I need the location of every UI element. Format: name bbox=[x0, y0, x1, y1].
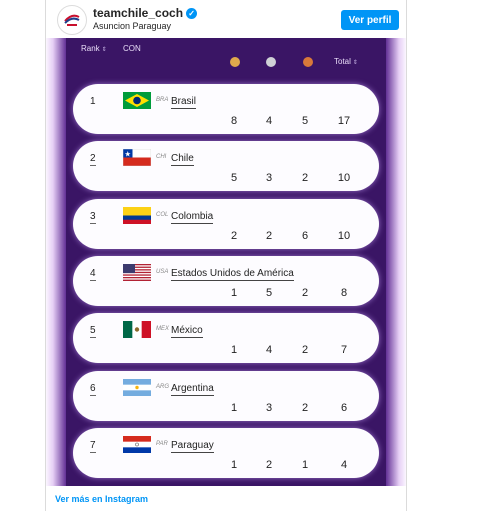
rank-cell: 1 bbox=[90, 96, 96, 107]
silver-count: 3 bbox=[265, 401, 273, 414]
total-count: 4 bbox=[340, 458, 348, 471]
brazil-flag-icon bbox=[123, 92, 151, 109]
silver-count: 3 bbox=[265, 172, 273, 185]
silver-count: 2 bbox=[265, 229, 273, 242]
bronze-medal-icon bbox=[303, 57, 313, 67]
argentina-flag-icon bbox=[123, 378, 151, 396]
table-row: 5 MEX México 1 4 2 7 bbox=[73, 313, 379, 364]
country-name-link[interactable]: Paraguay bbox=[171, 440, 214, 453]
medal-table: Rank ⇕ CON Total ⇕ 1 BRA Brasil 8 4 5 17 2 CHI Chil… bbox=[66, 38, 386, 486]
left-glow-border bbox=[46, 38, 66, 486]
post-image: Rank ⇕ CON Total ⇕ 1 BRA Brasil 8 4 5 17 2 CHI Chil… bbox=[46, 38, 406, 486]
rank-cell: 5 bbox=[90, 325, 96, 339]
country-code: BRA bbox=[156, 97, 169, 103]
country-name-link[interactable]: Argentina bbox=[171, 383, 214, 396]
country-name-link[interactable]: Brasil bbox=[171, 96, 197, 109]
table-row: 7 PAR Paraguay 1 2 1 4 bbox=[73, 427, 379, 478]
bronze-count: 2 bbox=[301, 344, 309, 357]
chile-flag-icon bbox=[123, 149, 151, 167]
silver-medal-icon bbox=[266, 57, 276, 67]
rank-cell: 4 bbox=[90, 267, 96, 281]
country-name-link[interactable]: Colombia bbox=[171, 211, 214, 224]
silver-count: 2 bbox=[265, 458, 273, 471]
country-code: PAR bbox=[156, 440, 168, 447]
silver-count: 4 bbox=[265, 115, 273, 127]
con-column-header: CON bbox=[123, 44, 141, 53]
table-row: 2 CHI Chile 5 3 2 10 bbox=[73, 141, 379, 192]
post-header: teamchile_coch ✓ Asuncion Paraguay Ver pe… bbox=[46, 0, 406, 38]
rank-cell: 3 bbox=[90, 210, 96, 224]
country-name-link[interactable]: Chile bbox=[171, 153, 194, 167]
country-name-link[interactable]: México bbox=[171, 325, 203, 339]
gold-count: 1 bbox=[230, 286, 238, 299]
total-column-header: Total ⇕ bbox=[334, 57, 358, 66]
total-count: 10 bbox=[337, 229, 351, 242]
rank-cell: 2 bbox=[90, 153, 96, 167]
instagram-embed-card: teamchile_coch ✓ Asuncion Paraguay Ver pe… bbox=[45, 0, 407, 511]
gold-count: 1 bbox=[230, 344, 238, 357]
total-count: 8 bbox=[340, 286, 348, 299]
bronze-count: 2 bbox=[301, 286, 309, 299]
table-row: 4 USA Estados Unidos de América 1 5 2 8 bbox=[73, 255, 379, 306]
country-name-link[interactable]: Estados Unidos de América bbox=[171, 268, 294, 281]
gold-count: 8 bbox=[230, 115, 238, 127]
view-profile-button[interactable]: Ver perfil bbox=[341, 10, 399, 30]
silver-count: 5 bbox=[265, 286, 273, 299]
table-header: Rank ⇕ CON Total ⇕ bbox=[66, 38, 386, 78]
paraguay-flag-icon bbox=[123, 435, 151, 453]
bronze-count: 1 bbox=[301, 458, 309, 471]
mexico-flag-icon bbox=[123, 321, 151, 339]
username[interactable]: teamchile_coch ✓ bbox=[93, 6, 198, 20]
see-more-on-instagram-link[interactable]: Ver más en Instagram bbox=[55, 494, 148, 504]
gold-count: 2 bbox=[230, 229, 238, 242]
country-code: COL bbox=[156, 211, 169, 218]
team-chile-logo-icon bbox=[64, 14, 80, 26]
gold-count: 1 bbox=[230, 458, 238, 471]
location-label[interactable]: Asuncion Paraguay bbox=[93, 21, 171, 31]
profile-avatar[interactable] bbox=[57, 5, 87, 35]
total-count: 6 bbox=[340, 401, 348, 414]
usa-flag-icon bbox=[123, 263, 151, 281]
table-row: 6 ARG Argentina 1 3 2 6 bbox=[73, 370, 379, 421]
verified-badge-icon: ✓ bbox=[186, 8, 198, 19]
country-code: MEX bbox=[156, 326, 170, 333]
right-glow-border bbox=[386, 38, 406, 486]
gold-count: 1 bbox=[230, 401, 238, 414]
table-row: 1 BRA Brasil 8 4 5 17 bbox=[73, 84, 379, 134]
country-code: ARG bbox=[156, 383, 170, 390]
country-code: CHI bbox=[156, 154, 167, 161]
total-count: 17 bbox=[337, 115, 351, 127]
bronze-count: 2 bbox=[301, 401, 309, 414]
gold-count: 5 bbox=[230, 172, 238, 185]
post-footer: Ver más en Instagram bbox=[46, 486, 406, 511]
rank-column-header: Rank ⇕ bbox=[81, 44, 107, 53]
total-count: 7 bbox=[340, 344, 348, 357]
bronze-count: 6 bbox=[301, 229, 309, 242]
gold-medal-icon bbox=[230, 57, 240, 67]
bronze-count: 2 bbox=[301, 172, 309, 185]
total-count: 10 bbox=[337, 172, 351, 185]
bronze-count: 5 bbox=[301, 115, 309, 127]
silver-count: 4 bbox=[265, 344, 273, 357]
country-code: USA bbox=[156, 268, 169, 275]
rank-cell: 6 bbox=[90, 382, 96, 396]
colombia-flag-icon bbox=[123, 206, 151, 224]
table-row: 3 COL Colombia 2 2 6 10 bbox=[73, 198, 379, 249]
rank-cell: 7 bbox=[90, 439, 96, 453]
